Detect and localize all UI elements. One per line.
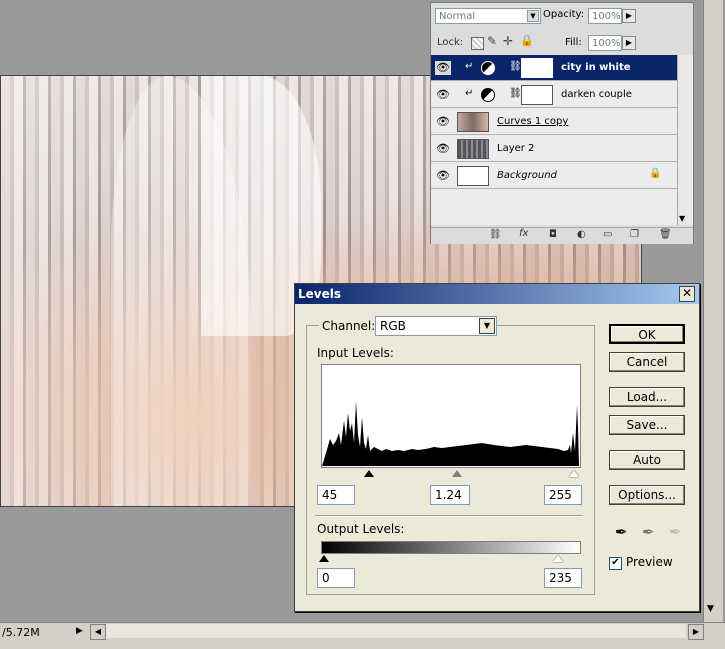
channel-select[interactable]: RGB ▼ [375, 316, 497, 336]
status-menu-arrow-icon[interactable]: ▶ [76, 626, 83, 636]
window-vertical-scrollbar[interactable]: ▼ [703, 0, 723, 622]
doc-size-readout: /5.72M [2, 626, 40, 639]
lock-icon: 🔒 [649, 168, 662, 179]
histogram [321, 364, 581, 468]
auto-button[interactable]: Auto [609, 450, 685, 470]
scroll-down-icon[interactable]: ▼ [679, 214, 685, 223]
opacity-field[interactable]: 100% [588, 8, 622, 24]
white-eyedropper-icon[interactable]: ✒ [669, 523, 682, 541]
layer-mask-thumbnail [521, 58, 553, 78]
preview-label: Preview [626, 555, 673, 569]
cancel-button[interactable]: Cancel [609, 352, 685, 372]
eye-icon[interactable]: 👁 [435, 88, 451, 102]
output-black-slider[interactable] [319, 555, 329, 562]
blend-mode-select[interactable]: Normal ▼ [435, 8, 541, 24]
layers-panel: Normal ▼ Opacity: 100% ▶ Lock: ✎ ✛ 🔒 Fil… [430, 2, 694, 244]
output-slider-track [319, 553, 579, 563]
levels-dialog: Levels ✕ Channel: RGB ▼ Input Levels: Ou… [294, 283, 700, 612]
dialog-titlebar[interactable]: Levels ✕ [295, 284, 699, 304]
fill-label: Fill: [565, 37, 582, 48]
layer-row-darken-couple[interactable]: 👁 ↵ ⛓ darken couple [431, 82, 677, 108]
scroll-up-icon[interactable]: ▼ [707, 604, 714, 614]
layer-row-curves-1-copy[interactable]: 👁 Curves 1 copy [431, 109, 677, 135]
input-slider-track [321, 468, 579, 478]
input-white-field[interactable] [544, 485, 582, 505]
adjustment-layer-icon [481, 88, 495, 102]
input-levels-label: Input Levels: [317, 346, 394, 360]
output-white-field[interactable] [544, 568, 582, 588]
gamma-slider[interactable] [452, 470, 462, 477]
layers-scrollbar[interactable]: ▼ [677, 55, 692, 225]
channel-label: Channel: [319, 319, 379, 333]
layer-thumbnail [457, 112, 489, 132]
output-white-slider[interactable] [553, 555, 563, 562]
horizontal-scrollbar[interactable] [106, 624, 686, 638]
layer-thumbnail [457, 139, 489, 159]
separator [315, 515, 583, 517]
fill-arrow-button[interactable]: ▶ [622, 36, 636, 50]
layer-thumbnail [457, 166, 489, 186]
status-bar: /5.72M ▶ ◀ ▶ [0, 622, 725, 649]
layer-name: Background [497, 170, 557, 181]
eye-icon[interactable]: 👁 [435, 115, 451, 129]
save-button[interactable]: Save... [609, 415, 685, 435]
options-button[interactable]: Options... [609, 485, 685, 505]
preview-checkbox[interactable]: ✔ [609, 557, 622, 570]
black-point-slider[interactable] [364, 470, 374, 477]
lock-transparency-icon[interactable] [471, 37, 484, 50]
opacity-label: Opacity: [543, 9, 585, 20]
layer-mask-thumbnail [521, 85, 553, 105]
layer-row-layer-2[interactable]: 👁 Layer 2 [431, 136, 677, 162]
black-eyedropper-icon[interactable]: ✒ [615, 523, 628, 541]
adjustment-layer-icon [481, 61, 495, 75]
new-layer-icon[interactable]: ❐ [630, 229, 639, 240]
layer-name: darken couple [561, 89, 632, 100]
load-button[interactable]: Load... [609, 387, 685, 407]
layer-name: Layer 2 [497, 143, 535, 154]
layer-row-background[interactable]: 👁 Background 🔒 [431, 163, 677, 189]
scroll-right-icon[interactable]: ▶ [688, 624, 704, 640]
layer-list: 👁 ↵ ⛓ city in white 👁 ↵ ⛓ darken couple … [431, 55, 693, 225]
gray-eyedropper-icon[interactable]: ✒ [642, 523, 655, 541]
link-arrow-icon: ↵ [465, 61, 474, 72]
layer-row-city-in-white[interactable]: 👁 ↵ ⛓ city in white [431, 55, 677, 81]
trash-icon[interactable]: 🗑 [659, 229, 672, 240]
opacity-arrow-button[interactable]: ▶ [622, 9, 636, 23]
white-point-slider[interactable] [569, 470, 579, 477]
chevron-down-icon: ▼ [527, 10, 539, 22]
lock-label: Lock: [437, 37, 464, 48]
fill-field[interactable]: 100% [588, 35, 622, 51]
chevron-down-icon: ▼ [479, 318, 495, 334]
new-adjustment-icon[interactable]: ◐ [577, 229, 586, 240]
output-black-field[interactable] [317, 568, 355, 588]
dialog-title: Levels [298, 287, 342, 301]
output-levels-label: Output Levels: [317, 522, 405, 536]
layer-name: Curves 1 copy [497, 116, 569, 127]
new-group-icon[interactable]: ▭ [603, 229, 612, 240]
ok-button[interactable]: OK [609, 324, 685, 344]
link-layers-icon[interactable]: ⛓ [489, 229, 502, 240]
eye-icon[interactable]: 👁 [435, 169, 451, 183]
layers-toolbar: ⛓ fx ◘ ◐ ▭ ❐ 🗑 [431, 227, 693, 244]
lock-move-icon[interactable]: ✛ [503, 34, 513, 48]
fx-icon[interactable]: fx [519, 228, 528, 239]
lock-brush-icon[interactable]: ✎ [487, 34, 497, 48]
input-gamma-field[interactable] [430, 485, 470, 505]
link-arrow-icon: ↵ [465, 88, 474, 99]
eye-icon[interactable]: 👁 [435, 61, 451, 75]
lock-all-icon[interactable]: 🔒 [520, 34, 534, 47]
chain-icon: ⛓ [509, 88, 522, 99]
eye-icon[interactable]: 👁 [435, 142, 451, 156]
input-black-field[interactable] [317, 485, 355, 505]
layer-name: city in white [561, 62, 631, 73]
chain-icon: ⛓ [509, 61, 522, 72]
close-icon[interactable]: ✕ [679, 286, 695, 302]
scroll-left-icon[interactable]: ◀ [90, 624, 106, 640]
add-mask-icon[interactable]: ◘ [549, 229, 557, 240]
